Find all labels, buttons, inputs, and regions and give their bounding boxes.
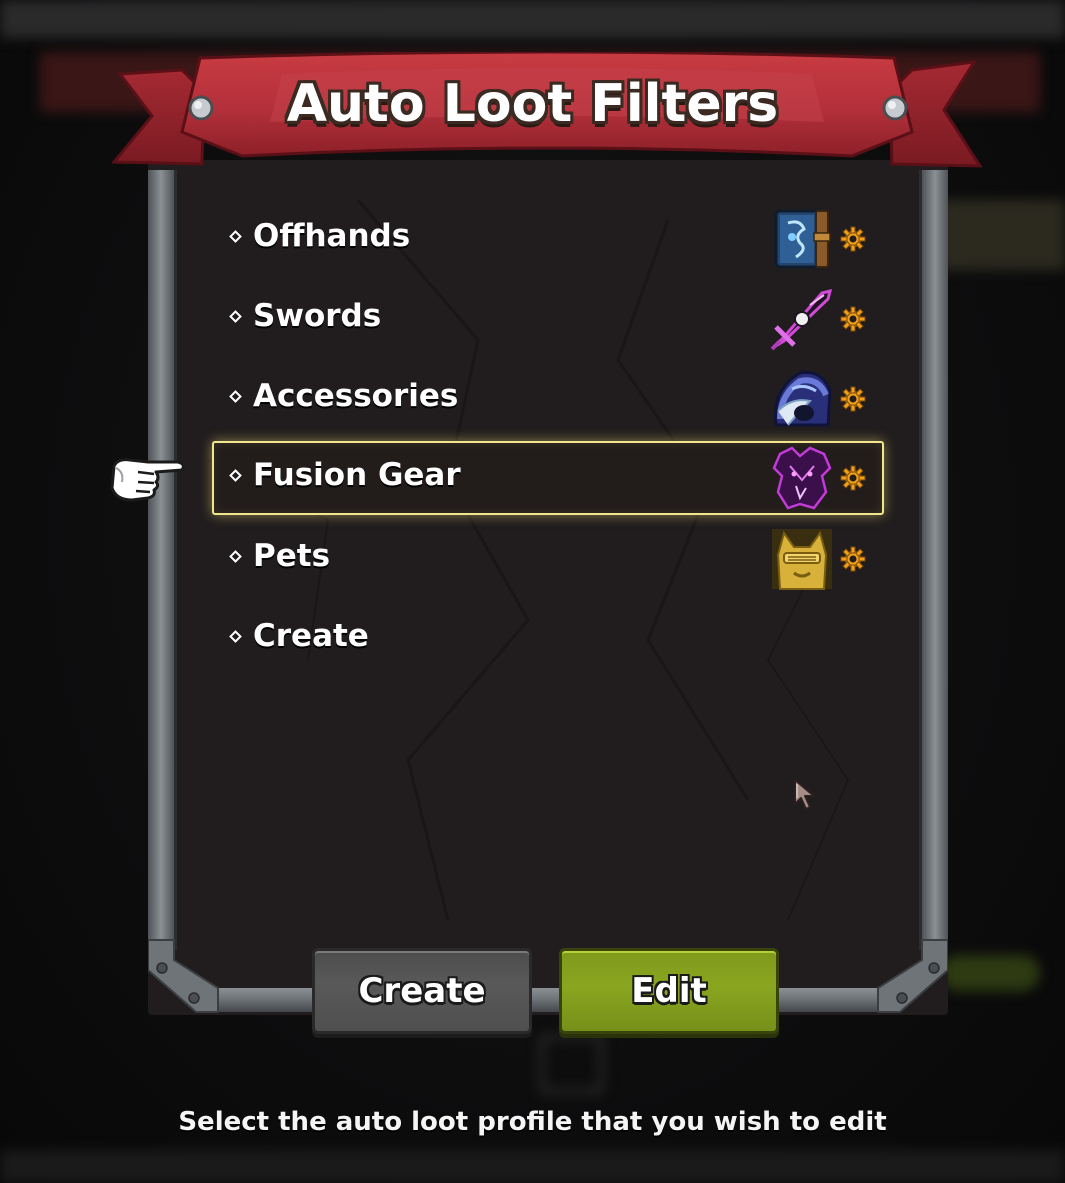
edit-button[interactable]: Edit (559, 948, 779, 1034)
background-highlight (930, 200, 1065, 270)
hood-icon (774, 370, 832, 427)
edit-button-label: Edit (631, 971, 707, 1011)
profile-label: Swords (253, 298, 382, 334)
background-checkbox (540, 1035, 603, 1093)
profile-label: Create (253, 618, 369, 654)
profile-label: Accessories (253, 378, 459, 414)
profile-item-fusion-gear[interactable]: Fusion Gear (212, 441, 884, 515)
sword-icon (770, 288, 833, 351)
settings-gear-icon[interactable] (840, 306, 866, 332)
profile-label: Fusion Gear (253, 457, 461, 493)
instruction-text: Select the auto loot profile that you wi… (178, 1107, 887, 1137)
create-button-label: Create (358, 971, 486, 1011)
settings-gear-icon[interactable] (840, 226, 866, 252)
bullet-diamond-icon (229, 469, 242, 482)
bullet-diamond-icon (229, 390, 242, 403)
background-top-bar (0, 0, 1065, 38)
shadow-cloak-icon (772, 446, 832, 510)
mouse-cursor-icon (794, 779, 815, 810)
spellbook-icon (774, 209, 831, 269)
create-button[interactable]: Create (312, 948, 532, 1034)
profile-label: Pets (253, 538, 331, 574)
profile-item-accessories[interactable]: Accessories (212, 362, 884, 436)
settings-gear-icon[interactable] (840, 386, 866, 412)
bullet-diamond-icon (229, 230, 242, 243)
profile-item-swords[interactable]: Swords (212, 282, 884, 356)
panel-title: Auto Loot Filters (286, 74, 779, 134)
pointing-hand-icon (110, 458, 185, 502)
settings-gear-icon[interactable] (840, 546, 866, 572)
profile-item-create[interactable]: Create (212, 602, 884, 676)
profile-item-offhands[interactable]: Offhands (212, 202, 884, 276)
bullet-diamond-icon (229, 630, 242, 643)
background-toggle (940, 955, 1040, 991)
settings-gear-icon[interactable] (840, 465, 866, 491)
game-screen: Auto Loot Filters Offhands Swords Access… (0, 0, 1065, 1183)
profile-item-pets[interactable]: Pets (212, 522, 884, 596)
bullet-diamond-icon (229, 550, 242, 563)
background-bottom-bar (0, 1150, 1065, 1183)
golden-pet-icon (772, 529, 832, 590)
bullet-diamond-icon (229, 310, 242, 323)
profile-label: Offhands (253, 218, 411, 254)
